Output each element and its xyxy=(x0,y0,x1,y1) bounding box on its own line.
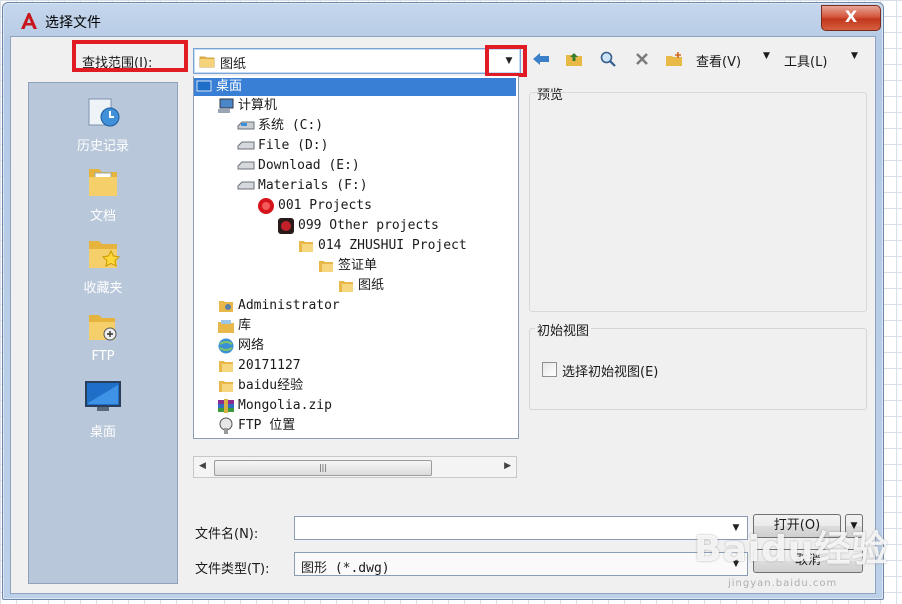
view-menu[interactable]: 查看(V) xyxy=(696,51,741,70)
tree-item-desktop[interactable]: 桌面 xyxy=(194,78,516,96)
place-history[interactable]: 历史记录 xyxy=(29,89,177,154)
tree-item-drive-f[interactable]: Materials (F:) xyxy=(236,177,368,195)
filetype-value: 图形 (*.dwg) xyxy=(301,561,390,576)
initial-view-checkbox[interactable] xyxy=(542,362,557,377)
place-favorites[interactable]: 收藏夹 xyxy=(29,231,177,296)
tools-menu[interactable]: 工具(L) xyxy=(784,51,827,70)
filename-input[interactable]: ▼ xyxy=(294,516,748,540)
desktop-icon xyxy=(194,78,214,96)
favorites-folder-icon xyxy=(81,231,125,275)
folder-icon xyxy=(336,277,356,295)
up-folder-icon[interactable] xyxy=(563,48,585,70)
place-documents[interactable]: 文档 xyxy=(29,159,177,224)
tree-item-computer[interactable]: 计算机 xyxy=(216,97,277,115)
folder-icon xyxy=(216,357,236,375)
initial-view-label: 初始视图 xyxy=(535,320,592,339)
delete-icon[interactable] xyxy=(631,48,653,70)
baidu-watermark: Baidu经验 xyxy=(694,529,889,570)
horizontal-scrollbar[interactable]: ◀ ||| ▶ xyxy=(193,456,517,478)
title-bar[interactable]: 选择文件 X xyxy=(3,3,883,39)
system-drive-icon xyxy=(236,117,256,135)
search-web-icon[interactable] xyxy=(597,48,619,70)
documents-folder-icon xyxy=(81,159,125,203)
user-folder-icon xyxy=(216,297,236,315)
ftp-icon xyxy=(81,303,125,347)
scroll-left-icon[interactable]: ◀ xyxy=(199,461,206,471)
place-label: 收藏夹 xyxy=(83,281,123,296)
tree-item-drive-e[interactable]: Download (E:) xyxy=(236,157,360,175)
view-dropdown-icon[interactable]: ▼ xyxy=(763,51,770,61)
tree-item-drive-c[interactable]: 系统 (C:) xyxy=(236,117,323,135)
tree-item-visa-sheet[interactable]: 签证单 xyxy=(316,257,377,275)
tree-item-library[interactable]: 库 xyxy=(216,317,251,335)
tree-item-network[interactable]: 网络 xyxy=(216,337,264,355)
tree-item-drive-d[interactable]: File (D:) xyxy=(236,137,328,155)
look-in-combo[interactable]: 图纸 ▼ xyxy=(193,48,521,74)
place-label: 历史记录 xyxy=(76,139,129,154)
look-in-label: 查找范围(I): xyxy=(82,56,153,71)
scrollbar-thumb[interactable]: ||| xyxy=(214,460,432,476)
folder-icon xyxy=(316,257,336,275)
network-icon xyxy=(216,337,236,355)
look-in-dropdown-list: 桌面 计算机 系统 (C:) File (D:) Download (E:) M… xyxy=(193,76,519,439)
place-label: 桌面 xyxy=(89,425,116,440)
filetype-select[interactable]: 图形 (*.dwg) ▼ xyxy=(294,552,748,576)
place-label: 文档 xyxy=(89,209,116,224)
ftp-location-icon xyxy=(216,417,236,435)
tree-item-drawings[interactable]: 图纸 xyxy=(336,277,384,295)
preview-area xyxy=(529,92,867,312)
filetype-label: 文件类型(T): xyxy=(195,562,270,577)
look-in-dropdown-button[interactable]: ▼ xyxy=(498,49,520,73)
tree-item-ftp-location[interactable]: FTP 位置 xyxy=(216,417,295,435)
red-folder-icon xyxy=(256,197,276,215)
folder-icon xyxy=(296,237,316,255)
tree-item-099-other-projects[interactable]: 099 Other projects xyxy=(276,217,439,235)
triangle-down-icon: ▼ xyxy=(505,56,513,66)
drive-icon xyxy=(236,137,256,155)
tools-dropdown-icon[interactable]: ▼ xyxy=(851,51,858,61)
tree-item-014-zhushui[interactable]: 014 ZHUSHUI Project xyxy=(296,237,467,255)
places-bar: 历史记录 文档 收藏夹 FTP 桌面 xyxy=(28,82,178,584)
baidu-watermark-url: jingyan.baidu.com xyxy=(728,578,838,589)
drive-icon xyxy=(236,157,256,175)
folder-icon xyxy=(199,56,215,68)
initial-view-checkbox-label: 选择初始视图(E) xyxy=(562,365,659,380)
dark-folder-icon xyxy=(276,217,296,235)
place-ftp[interactable]: FTP xyxy=(29,303,177,364)
drive-icon xyxy=(236,177,256,195)
tree-item-mongolia-zip[interactable]: Mongolia.zip xyxy=(216,397,332,415)
filename-label: 文件名(N): xyxy=(195,527,259,542)
tree-item-001-projects[interactable]: 001 Projects xyxy=(256,197,372,215)
place-desktop[interactable]: 桌面 xyxy=(29,375,177,440)
tree-item-20171127[interactable]: 20171127 xyxy=(216,357,301,375)
desktop-icon xyxy=(81,375,125,419)
look-in-value: 图纸 xyxy=(220,57,247,72)
new-folder-icon[interactable] xyxy=(663,48,685,70)
back-icon[interactable] xyxy=(530,48,552,70)
folder-icon xyxy=(216,377,236,395)
tree-item-administrator[interactable]: Administrator xyxy=(216,297,340,315)
tree-item-baidu-jingyan[interactable]: baidu经验 xyxy=(216,377,303,395)
history-icon xyxy=(81,89,125,133)
autocad-logo-icon xyxy=(21,13,37,29)
zip-archive-icon xyxy=(216,397,236,415)
scroll-right-icon[interactable]: ▶ xyxy=(504,461,511,471)
close-button[interactable]: X xyxy=(821,5,881,31)
library-icon xyxy=(216,317,236,335)
window-title: 选择文件 xyxy=(45,15,101,31)
computer-icon xyxy=(216,97,236,115)
place-label: FTP xyxy=(91,349,115,364)
